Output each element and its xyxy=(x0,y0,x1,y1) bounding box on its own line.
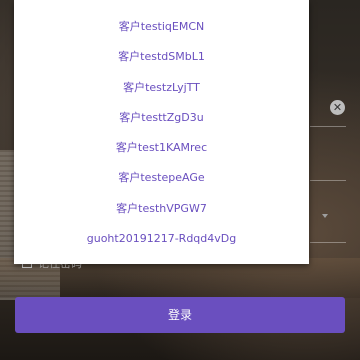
login-screen: ✕ 记住密码 登录 客户testiqEMCN 客户testdSMbL1 客户te… xyxy=(0,0,360,360)
account-item[interactable]: 客户testdSMbL1 xyxy=(14,42,309,72)
account-item[interactable]: 客户testhVPGW7 xyxy=(14,194,309,224)
clear-input-icon[interactable]: ✕ xyxy=(330,100,345,115)
server-field-underline xyxy=(310,242,346,243)
account-item[interactable]: 客户test1KAMrec xyxy=(14,133,309,163)
account-item[interactable]: guoht20191217-Rdqd4vDg xyxy=(14,224,309,254)
account-item[interactable]: 客户testzLyjTT xyxy=(14,73,309,103)
password-field-underline xyxy=(310,180,346,181)
username-field-underline xyxy=(310,126,346,127)
account-list: 客户testiqEMCN 客户testdSMbL1 客户testzLyjTT 客… xyxy=(14,0,309,254)
account-item[interactable]: 客户testtZgD3u xyxy=(14,103,309,133)
login-button[interactable]: 登录 xyxy=(15,297,345,333)
account-item[interactable]: 客户testepeAGe xyxy=(14,163,309,193)
chevron-down-icon[interactable] xyxy=(322,214,328,218)
account-dropdown-popup: 客户testiqEMCN 客户testdSMbL1 客户testzLyjTT 客… xyxy=(14,0,309,264)
account-item[interactable]: 客户testiqEMCN xyxy=(14,12,309,42)
